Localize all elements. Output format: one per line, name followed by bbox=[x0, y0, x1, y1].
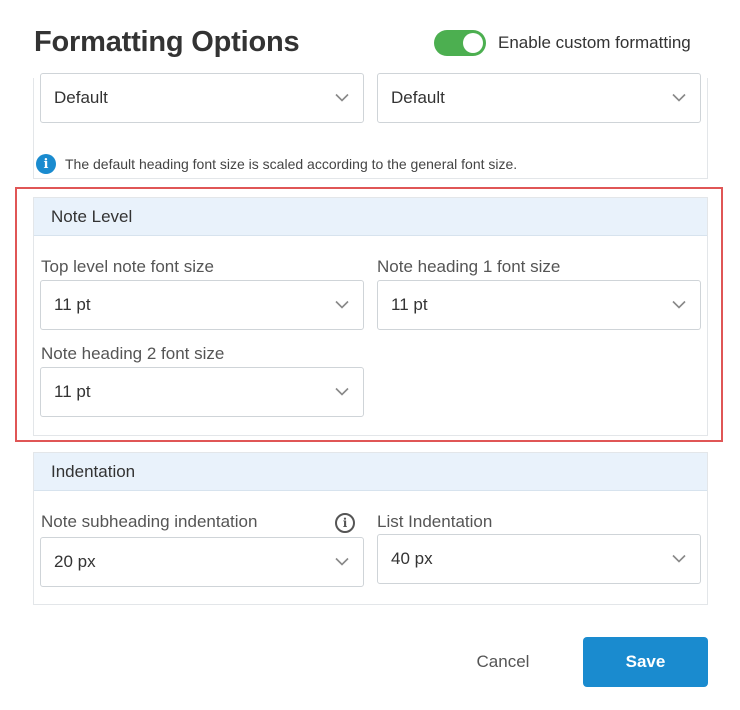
note-heading-1-font-size-select[interactable]: 11 pt bbox=[377, 280, 701, 330]
chevron-down-icon bbox=[672, 300, 686, 309]
chevron-down-icon bbox=[672, 554, 686, 563]
note-heading-2-font-size-label: Note heading 2 font size bbox=[41, 344, 225, 363]
chevron-down-icon bbox=[335, 93, 349, 102]
panel-header: Note Level bbox=[34, 198, 707, 236]
list-indentation-label: List Indentation bbox=[377, 512, 493, 531]
select-value: Default bbox=[391, 88, 445, 107]
select-value: 20 px bbox=[54, 552, 96, 571]
chevron-down-icon bbox=[335, 557, 349, 566]
list-indentation-select[interactable]: 40 px bbox=[377, 534, 701, 584]
note-level-panel: Note Level Top level note font size 11 p… bbox=[33, 197, 708, 436]
select-value: 11 pt bbox=[391, 295, 428, 314]
chevron-down-icon bbox=[672, 93, 686, 102]
toggle-label: Enable custom formatting bbox=[498, 33, 691, 52]
dialog-title: Formatting Options bbox=[34, 26, 300, 58]
indentation-panel: Indentation Note subheading indentation … bbox=[33, 452, 708, 605]
info-note: i The default heading font size is scale… bbox=[36, 154, 517, 174]
select-value: 11 pt bbox=[54, 295, 91, 314]
heading-font-select-right[interactable]: Default bbox=[377, 73, 701, 123]
note-heading-1-font-size-label: Note heading 1 font size bbox=[377, 257, 561, 276]
note-heading-2-font-size-select[interactable]: 11 pt bbox=[40, 367, 364, 417]
note-subheading-indentation-label: Note subheading indentation bbox=[41, 512, 258, 531]
select-value: 11 pt bbox=[54, 382, 91, 401]
top-level-note-font-size-select[interactable]: 11 pt bbox=[40, 280, 364, 330]
info-text: The default heading font size is scaled … bbox=[65, 156, 518, 172]
toggle-knob bbox=[463, 33, 483, 53]
heading-font-select-left[interactable]: Default bbox=[40, 73, 364, 123]
custom-formatting-toggle[interactable] bbox=[434, 30, 486, 56]
select-value: 40 px bbox=[391, 549, 433, 568]
select-value: Default bbox=[54, 88, 108, 107]
custom-formatting-toggle-group: Enable custom formatting bbox=[434, 30, 691, 56]
save-button[interactable]: Save bbox=[583, 637, 708, 687]
panel-header: Indentation bbox=[34, 453, 707, 491]
chevron-down-icon bbox=[335, 300, 349, 309]
cancel-button[interactable]: Cancel bbox=[460, 638, 546, 686]
top-level-note-font-size-label: Top level note font size bbox=[41, 257, 214, 276]
chevron-down-icon bbox=[335, 387, 349, 396]
info-icon: i bbox=[36, 154, 56, 174]
note-subheading-indentation-select[interactable]: 20 px bbox=[40, 537, 364, 587]
info-outline-icon[interactable]: i bbox=[335, 513, 355, 533]
